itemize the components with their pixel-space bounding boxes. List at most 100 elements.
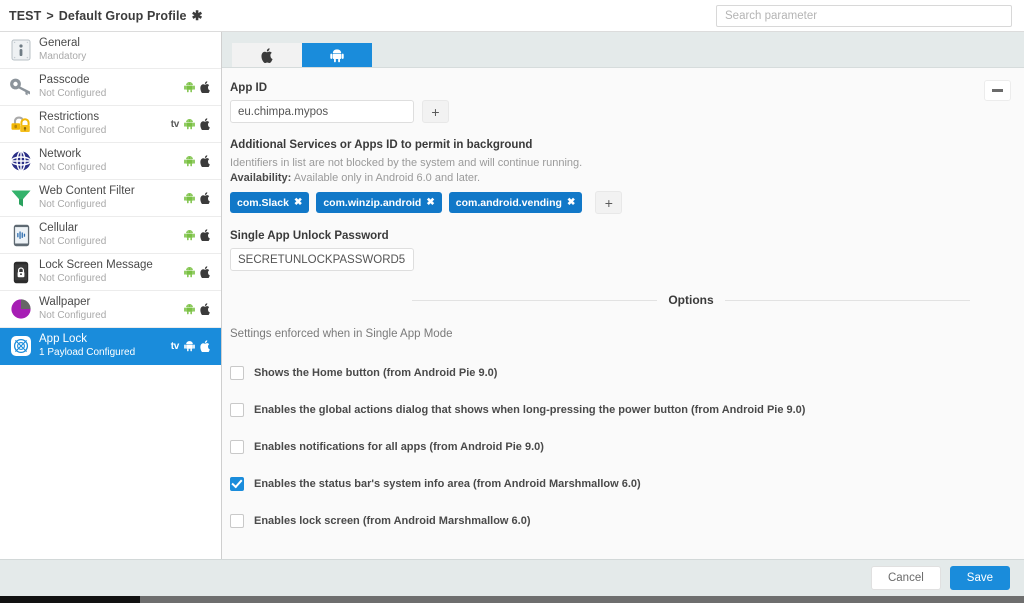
android-badge-icon bbox=[184, 193, 195, 204]
sidebar-item-status: Not Configured bbox=[39, 199, 107, 211]
sidebar-item-text: General Mandatory bbox=[39, 37, 86, 63]
divider-line-left bbox=[412, 299, 658, 301]
android-badge-icon bbox=[184, 230, 195, 241]
sidebar-item-badges bbox=[184, 155, 213, 167]
globe-network-icon bbox=[9, 149, 33, 173]
sidebar: General Mandatory Passcode Not Configure… bbox=[0, 32, 222, 559]
apple-badge-icon bbox=[200, 155, 210, 167]
app-id-chip[interactable]: com.Slack ✖ bbox=[230, 192, 310, 213]
sidebar-item-app-lock[interactable]: App Lock 1 Payload Configured tv bbox=[0, 328, 221, 365]
wallpaper-icon bbox=[9, 297, 33, 321]
chip-remove-icon[interactable]: ✖ bbox=[294, 197, 302, 208]
sidebar-item-label: App Lock bbox=[39, 333, 87, 346]
search-input[interactable] bbox=[716, 5, 1012, 27]
payload-content: App ID + Additional Services or Apps ID … bbox=[222, 68, 1024, 559]
sidebar-item-badges: tv bbox=[171, 118, 213, 130]
additional-services-availability: Availability: Available only in Android … bbox=[230, 172, 1024, 184]
android-badge-icon bbox=[184, 156, 195, 167]
checkbox-row-lock-screen[interactable]: Enables lock screen (from Android Marshm… bbox=[230, 502, 1024, 539]
app-id-input[interactable] bbox=[230, 100, 414, 123]
sidebar-item-status: Mandatory bbox=[39, 51, 87, 63]
sidebar-item-network[interactable]: Network Not Configured bbox=[0, 143, 221, 180]
unlock-password-label: Single App Unlock Password bbox=[230, 230, 389, 242]
app-id-section: App ID + bbox=[222, 82, 1024, 123]
sidebar-item-badges bbox=[184, 266, 213, 278]
sidebar-item-badges bbox=[184, 81, 213, 93]
sidebar-item-label: Cellular bbox=[39, 222, 78, 235]
checkbox-label: Enables the global actions dialog that s… bbox=[254, 403, 806, 416]
save-button[interactable]: Save bbox=[949, 566, 1010, 590]
sidebar-item-text: Wallpaper Not Configured bbox=[39, 296, 106, 322]
sidebar-item-status: Not Configured bbox=[39, 125, 107, 137]
sidebar-item-cellular[interactable]: Cellular Not Configured bbox=[0, 217, 221, 254]
checkbox-row-global-actions[interactable]: Enables the global actions dialog that s… bbox=[230, 391, 1024, 428]
checkbox-status-bar[interactable] bbox=[230, 476, 244, 491]
tab-android[interactable] bbox=[302, 43, 372, 67]
platform-tabbar bbox=[222, 32, 1024, 68]
collapse-section-button[interactable] bbox=[984, 80, 1011, 101]
sidebar-item-text: Web Content Filter Not Configured bbox=[39, 185, 135, 211]
app-id-row: + bbox=[230, 100, 1024, 123]
lock-restrict-icon bbox=[9, 112, 33, 136]
android-badge-icon bbox=[184, 82, 195, 93]
android-badge-icon bbox=[184, 341, 195, 352]
sidebar-item-text: App Lock 1 Payload Configured bbox=[39, 333, 135, 359]
sidebar-item-badges: tv bbox=[171, 340, 213, 352]
sidebar-item-label: Restrictions bbox=[39, 111, 100, 124]
checkbox-lock-screen[interactable] bbox=[230, 513, 244, 528]
funnel-filter-icon bbox=[9, 186, 33, 210]
checkbox-label: Enables lock screen (from Android Marshm… bbox=[254, 514, 531, 527]
sidebar-item-label: Network bbox=[39, 148, 82, 161]
sidebar-item-label: General bbox=[39, 37, 80, 50]
apple-badge-icon bbox=[200, 303, 210, 315]
checkbox-row-notifications[interactable]: Enables notifications for all apps (from… bbox=[230, 428, 1024, 465]
footer-actions: Cancel Save bbox=[0, 559, 1024, 596]
sidebar-item-text: Passcode Not Configured bbox=[39, 74, 106, 100]
additional-services-section: Additional Services or Apps ID to permit… bbox=[222, 139, 1024, 214]
tab-ios[interactable] bbox=[232, 43, 302, 67]
body-split: General Mandatory Passcode Not Configure… bbox=[0, 32, 1024, 559]
cancel-button[interactable]: Cancel bbox=[870, 566, 941, 590]
checkbox-label: Shows the Home button (from Android Pie … bbox=[254, 366, 498, 379]
sidebar-item-lock-screen-message[interactable]: Lock Screen Message Not Configured bbox=[0, 254, 221, 291]
availability-text: Available only in Android 6.0 and later. bbox=[293, 172, 481, 184]
app-lock-icon bbox=[9, 334, 33, 358]
breadcrumb: TEST > Default Group Profile ✱ bbox=[9, 9, 203, 23]
app-id-chip[interactable]: com.android.vending ✖ bbox=[448, 192, 583, 213]
checkbox-row-home-button[interactable]: Shows the Home button (from Android Pie … bbox=[230, 354, 1024, 391]
chip-remove-icon[interactable]: ✖ bbox=[426, 197, 434, 208]
unlock-password-input[interactable] bbox=[230, 248, 414, 271]
unlock-password-section: Single App Unlock Password bbox=[222, 230, 1024, 271]
apple-badge-icon bbox=[200, 340, 210, 352]
sidebar-item-badges bbox=[184, 229, 213, 241]
breadcrumb-prefix[interactable]: TEST bbox=[9, 9, 41, 23]
sidebar-item-status: 1 Payload Configured bbox=[39, 347, 136, 359]
app-id-chip[interactable]: com.winzip.android ✖ bbox=[316, 192, 442, 213]
sidebar-item-passcode[interactable]: Passcode Not Configured bbox=[0, 69, 221, 106]
additional-services-hint: Identifiers in list are not blocked by t… bbox=[230, 157, 583, 169]
scrollbar-thumb[interactable] bbox=[0, 596, 140, 603]
sidebar-item-badges bbox=[184, 192, 213, 204]
sidebar-item-wallpaper[interactable]: Wallpaper Not Configured bbox=[0, 291, 221, 328]
app-id-label: App ID bbox=[230, 82, 268, 94]
search-container bbox=[716, 5, 1012, 27]
checkbox-global-actions[interactable] bbox=[230, 402, 244, 417]
android-icon bbox=[330, 48, 344, 62]
apple-badge-icon bbox=[200, 229, 210, 241]
options-section-label: Options bbox=[668, 293, 714, 307]
sidebar-item-status: Not Configured bbox=[39, 88, 107, 100]
sidebar-item-text: Restrictions Not Configured bbox=[39, 111, 106, 137]
sidebar-item-restrictions[interactable]: Restrictions Not Configured tv bbox=[0, 106, 221, 143]
additional-services-add-button[interactable]: + bbox=[595, 191, 623, 214]
divider-line-right bbox=[724, 299, 971, 301]
chip-remove-icon[interactable]: ✖ bbox=[567, 197, 575, 208]
sidebar-item-web-content-filter[interactable]: Web Content Filter Not Configured bbox=[0, 180, 221, 217]
sidebar-item-general[interactable]: General Mandatory bbox=[0, 32, 221, 69]
checkbox-notifications[interactable] bbox=[230, 439, 244, 454]
android-badge-icon bbox=[184, 119, 195, 130]
android-badge-icon bbox=[184, 267, 195, 278]
app-id-add-button[interactable]: + bbox=[422, 100, 449, 123]
checkbox-row-status-bar[interactable]: Enables the status bar's system info are… bbox=[230, 465, 1024, 502]
horizontal-scrollbar[interactable] bbox=[0, 596, 1024, 603]
checkbox-home-button[interactable] bbox=[230, 365, 244, 380]
